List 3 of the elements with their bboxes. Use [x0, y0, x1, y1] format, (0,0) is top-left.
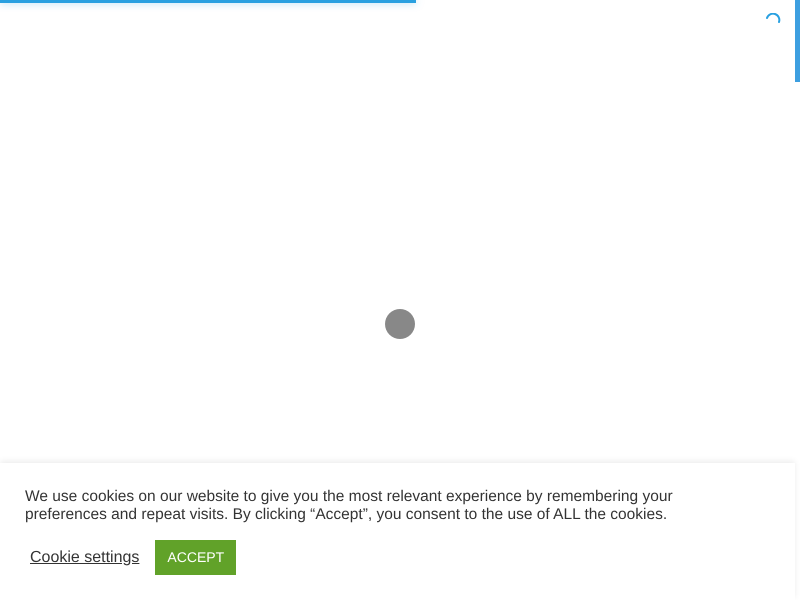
loading-dot: [385, 309, 415, 339]
cookie-message: We use cookies on our website to give you the most relevant experience by remembering your preferences and repeat visits. By clicking “Accept”, you consent to the use of ALL the cookies.: [25, 488, 674, 524]
cookie-settings-link[interactable]: Cookie settings: [30, 546, 140, 570]
